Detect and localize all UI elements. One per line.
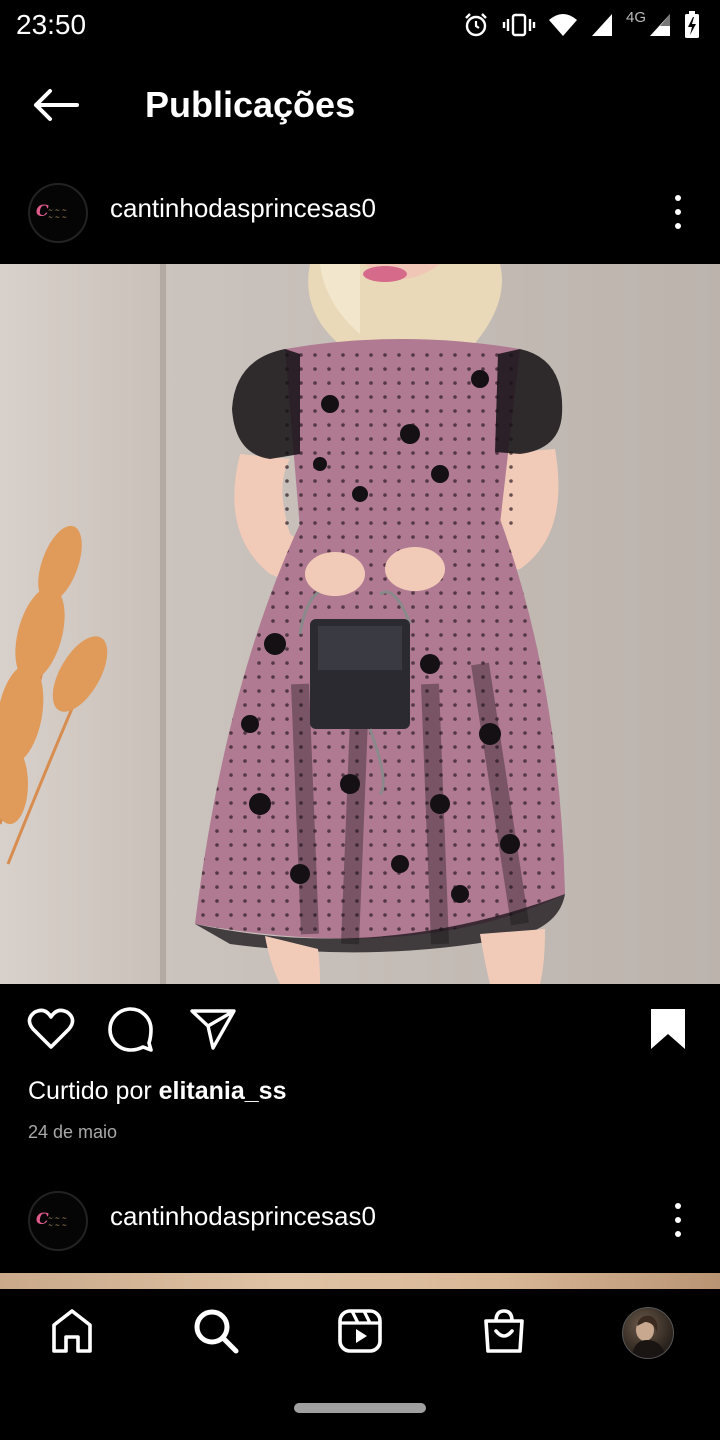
bottom-nav (0, 1289, 720, 1375)
more-dot (675, 195, 681, 201)
home-icon (48, 1307, 96, 1360)
next-post-header: C ~ ~ ~ ~ ~ ~ cantinhodasprincesas0 (0, 1181, 720, 1261)
avatar[interactable]: C ~ ~ ~ ~ ~ ~ (28, 183, 88, 243)
nav-shop[interactable] (476, 1305, 532, 1361)
arrow-left-icon (31, 88, 79, 127)
page-title: Publicações (145, 84, 356, 125)
back-button[interactable] (24, 82, 86, 132)
more-dot (675, 1217, 681, 1223)
logo-letter: C (36, 1209, 49, 1228)
signal-icon (590, 12, 614, 38)
more-dot (675, 1231, 681, 1237)
reels-icon (336, 1307, 384, 1360)
post-image[interactable] (0, 264, 720, 984)
status-bar: 23:50 4G (0, 0, 720, 50)
alarm-icon (462, 11, 490, 39)
nav-home[interactable] (44, 1305, 100, 1361)
wifi-icon (548, 12, 578, 38)
comment-icon (107, 1005, 155, 1058)
dress-photo (0, 264, 720, 984)
nav-profile[interactable] (620, 1305, 676, 1361)
liked-by-prefix: Curtido por (28, 1077, 159, 1105)
logo-mark: ~ ~ ~ ~ ~ ~ (48, 1215, 67, 1229)
signal-icon (648, 12, 672, 38)
nav-search[interactable] (188, 1305, 244, 1361)
vibrate-icon (502, 11, 536, 39)
share-button[interactable] (186, 1004, 240, 1058)
post-date: 24 de maio (28, 1122, 118, 1142)
next-post-image[interactable] (0, 1273, 720, 1289)
post-action-bar (0, 1000, 720, 1062)
gesture-bar[interactable] (294, 1403, 426, 1413)
post-username[interactable]: cantinhodasprincesas0 (110, 193, 376, 224)
like-button[interactable] (24, 1004, 78, 1058)
top-bar: Publicações (0, 64, 720, 148)
next-post-username[interactable]: cantinhodasprincesas0 (110, 1201, 376, 1232)
send-icon (189, 1007, 237, 1056)
avatar[interactable]: C ~ ~ ~ ~ ~ ~ (28, 1191, 88, 1251)
post-header: C ~ ~ ~ ~ ~ ~ cantinhodasprincesas0 (0, 173, 720, 253)
liked-by-text: Curtido por elitania_ss (28, 1077, 286, 1106)
more-dot (675, 1203, 681, 1209)
liked-by-user[interactable]: elitania_ss (159, 1077, 287, 1105)
profile-avatar (622, 1307, 674, 1359)
bookmark-icon (648, 1007, 688, 1056)
battery-charging-icon (684, 11, 700, 39)
save-button[interactable] (641, 1004, 695, 1058)
more-dot (675, 223, 681, 229)
network-type-label: 4G (625, 8, 646, 26)
more-options-button[interactable] (666, 1195, 690, 1245)
status-time: 23:50 (16, 9, 87, 40)
nav-reels[interactable] (332, 1305, 388, 1361)
logo-mark: ~ ~ ~ ~ ~ ~ (48, 207, 67, 221)
more-options-button[interactable] (666, 187, 690, 237)
heart-icon (27, 1007, 75, 1056)
search-icon (192, 1307, 240, 1360)
more-dot (675, 209, 681, 215)
status-icons: 4G (462, 8, 700, 42)
logo-letter: C (36, 201, 49, 220)
comment-button[interactable] (104, 1004, 158, 1058)
shop-icon (480, 1307, 528, 1360)
